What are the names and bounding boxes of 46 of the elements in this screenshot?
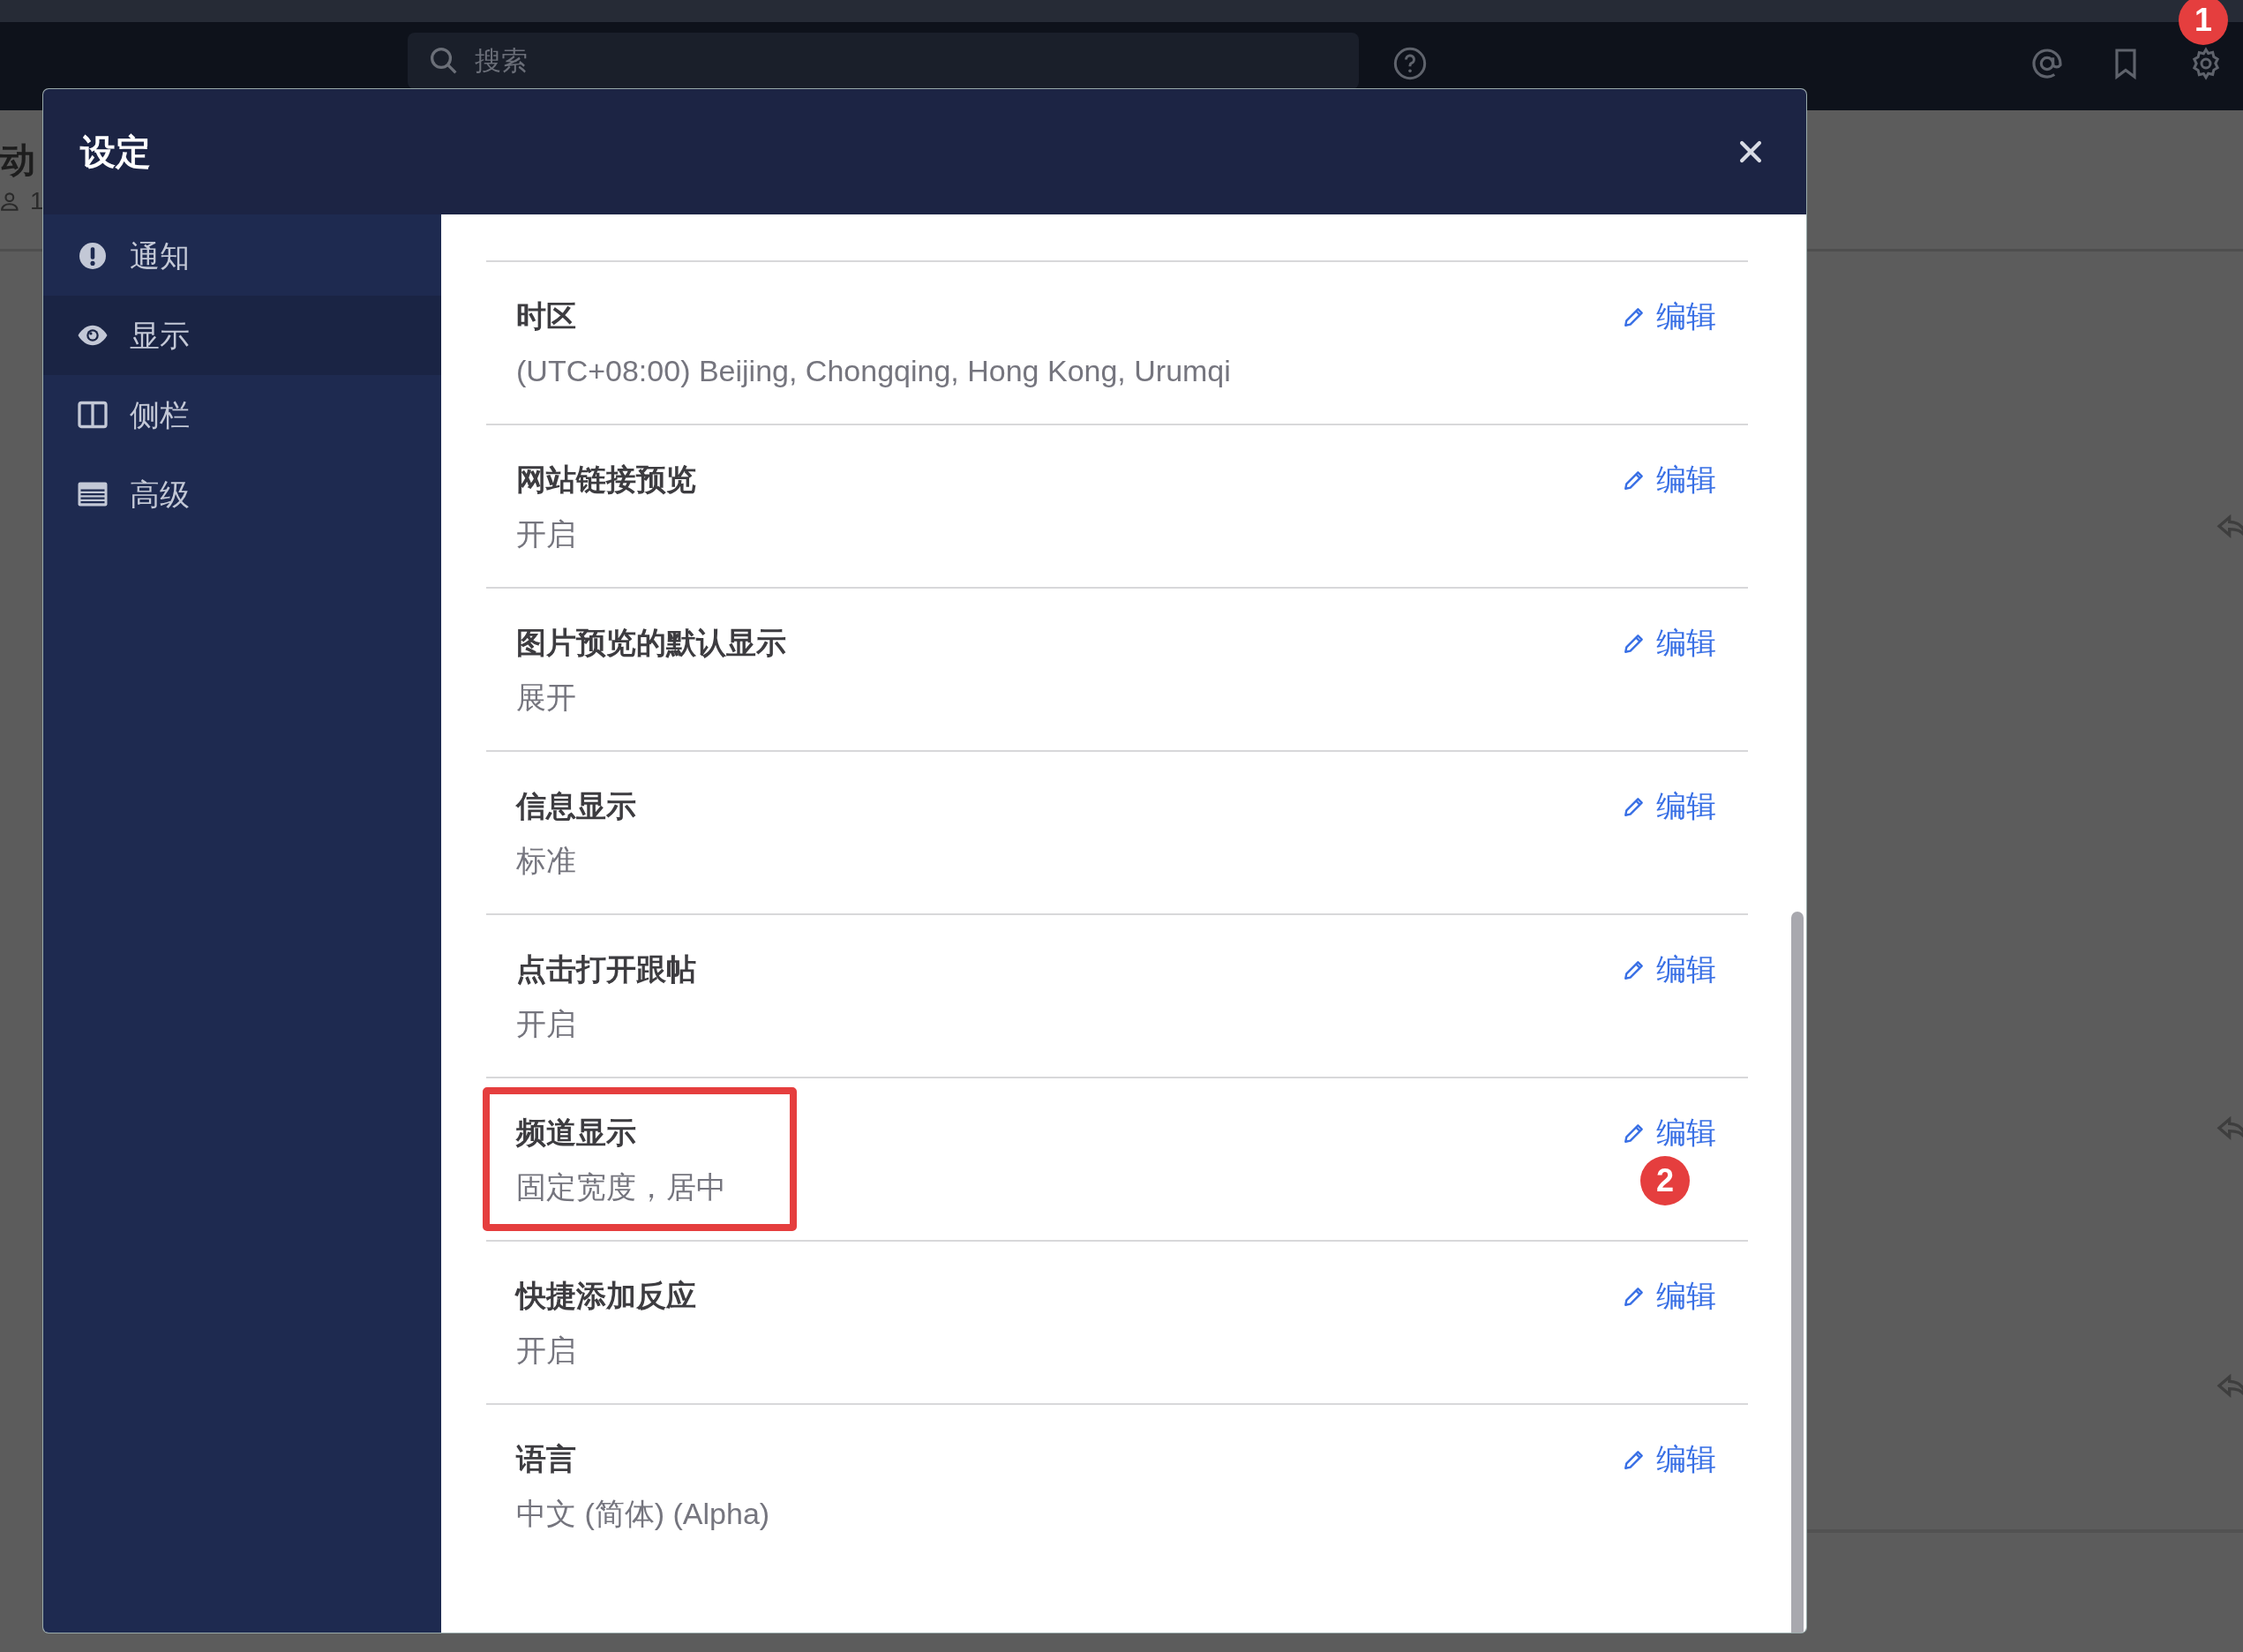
columns-icon <box>77 399 109 431</box>
pencil-icon <box>1623 958 1646 981</box>
setting-value: (UTC+08:00) Beijing, Chongqing, Hong Kong, Urumqi <box>516 352 1231 389</box>
sidebar-item[interactable]: 高级 <box>43 454 441 534</box>
setting-title: 快捷添加反应 <box>516 1278 696 1314</box>
pencil-icon <box>1623 469 1646 492</box>
setting-title: 信息显示 <box>516 788 636 824</box>
setting-title: 图片预览的默认显示 <box>516 625 786 661</box>
setting-title: 频道显示 <box>516 1115 637 1151</box>
edit-link[interactable]: 编辑 <box>1623 949 1716 991</box>
setting-value: 展开 <box>516 679 577 716</box>
setting-value: 开启 <box>516 1332 577 1369</box>
pencil-icon <box>1623 795 1646 818</box>
setting-title: 网站链接预览 <box>516 462 696 498</box>
sidebar-item[interactable]: 侧栏 <box>43 375 441 454</box>
setting-value: 开启 <box>516 1005 577 1042</box>
sidebar-item[interactable]: 显示 <box>43 296 441 375</box>
search-icon <box>431 48 457 74</box>
pencil-icon <box>1623 1122 1646 1145</box>
pencil-icon <box>1623 1448 1646 1471</box>
edit-link[interactable]: 编辑 <box>1623 1112 1716 1154</box>
edit-link[interactable]: 编辑 <box>1623 1438 1716 1481</box>
pencil-icon <box>1623 1285 1646 1308</box>
callout-badge: 2 <box>1640 1156 1690 1205</box>
at-sign-icon[interactable] <box>2029 46 2065 81</box>
scrollbar[interactable] <box>1791 912 1804 1633</box>
help-icon[interactable] <box>1392 46 1428 81</box>
modal-title: 设定 <box>80 131 151 173</box>
edit-link[interactable]: 编辑 <box>1623 622 1716 665</box>
setting-title: 语言 <box>516 1441 577 1477</box>
alert-icon <box>77 240 109 272</box>
setting-title: 点击打开跟帖 <box>516 951 696 987</box>
edit-link[interactable]: 编辑 <box>1623 459 1716 501</box>
channel-title: 动 <box>0 139 35 181</box>
edit-link[interactable]: 编辑 <box>1623 785 1716 828</box>
setting-value: 中文 (简体) (Alpha) <box>516 1495 770 1532</box>
search-field[interactable]: 搜索 <box>408 33 1359 89</box>
edit-link[interactable]: 编辑 <box>1623 1275 1716 1318</box>
pencil-icon <box>1623 305 1646 328</box>
pencil-icon <box>1623 632 1646 655</box>
sidebar-item[interactable]: 通知 <box>43 216 441 296</box>
setting-value: 固定宽度，居中 <box>516 1168 726 1205</box>
setting-value: 开启 <box>516 515 577 552</box>
edit-link[interactable]: 编辑 <box>1623 296 1716 338</box>
setting-value: 标准 <box>516 842 577 879</box>
setting-title: 时区 <box>516 298 577 334</box>
